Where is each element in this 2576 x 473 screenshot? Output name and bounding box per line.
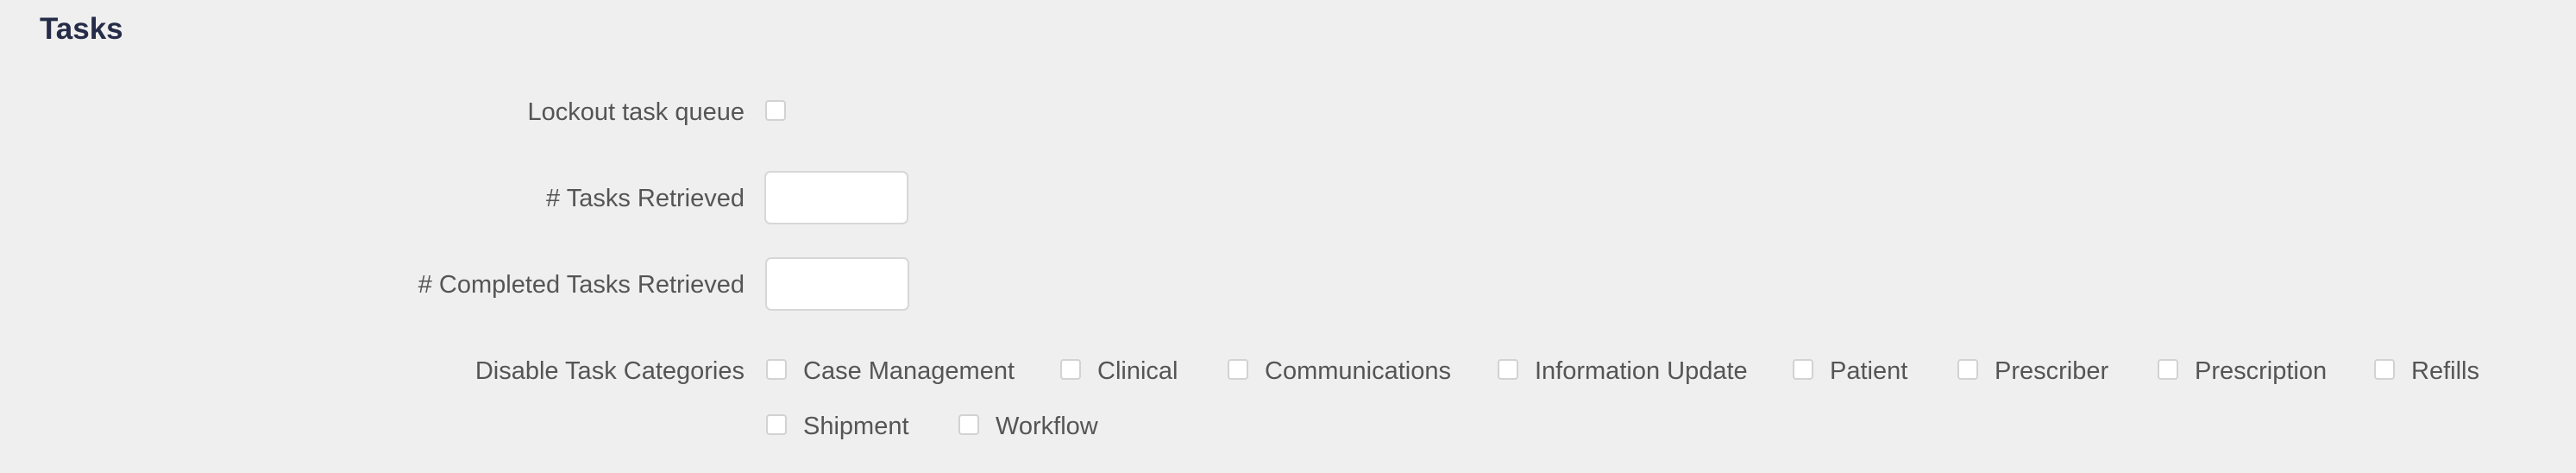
category-label-information-update: Information Update [1535,357,1748,385]
completed-tasks-retrieved-label: # Completed Tasks Retrieved [418,271,745,299]
category-checkbox-prescription[interactable] [2158,359,2178,380]
category-label-prescriber: Prescriber [1995,357,2109,385]
category-label-prescription: Prescription [2195,357,2328,385]
category-checkbox-prescriber[interactable] [1957,359,1978,380]
tasks-retrieved-input[interactable] [764,171,908,224]
category-label-clinical: Clinical [1097,357,1178,385]
category-checkbox-communications[interactable] [1228,359,1248,380]
category-checkbox-information-update[interactable] [1498,359,1518,380]
section-title: Tasks [40,12,123,46]
lockout-task-queue-label: Lockout task queue [527,98,745,126]
completed-tasks-retrieved-input[interactable] [765,257,909,311]
category-label-case-management: Case Management [803,357,1015,385]
category-label-refills: Refills [2411,357,2479,385]
lockout-task-queue-checkbox[interactable] [765,100,786,121]
disable-task-categories-label: Disable Task Categories [474,357,745,385]
category-checkbox-shipment[interactable] [766,414,787,435]
category-checkbox-refills[interactable] [2374,359,2395,380]
category-checkbox-clinical[interactable] [1060,359,1081,380]
category-checkbox-patient[interactable] [1793,359,1813,380]
category-label-shipment: Shipment [803,413,909,440]
category-label-workflow: Workflow [996,413,1098,440]
category-checkbox-workflow[interactable] [958,414,979,435]
category-label-patient: Patient [1830,357,1908,385]
category-label-communications: Communications [1265,357,1451,385]
tasks-retrieved-label: # Tasks Retrieved [546,185,745,212]
category-checkbox-case-management[interactable] [766,359,787,380]
